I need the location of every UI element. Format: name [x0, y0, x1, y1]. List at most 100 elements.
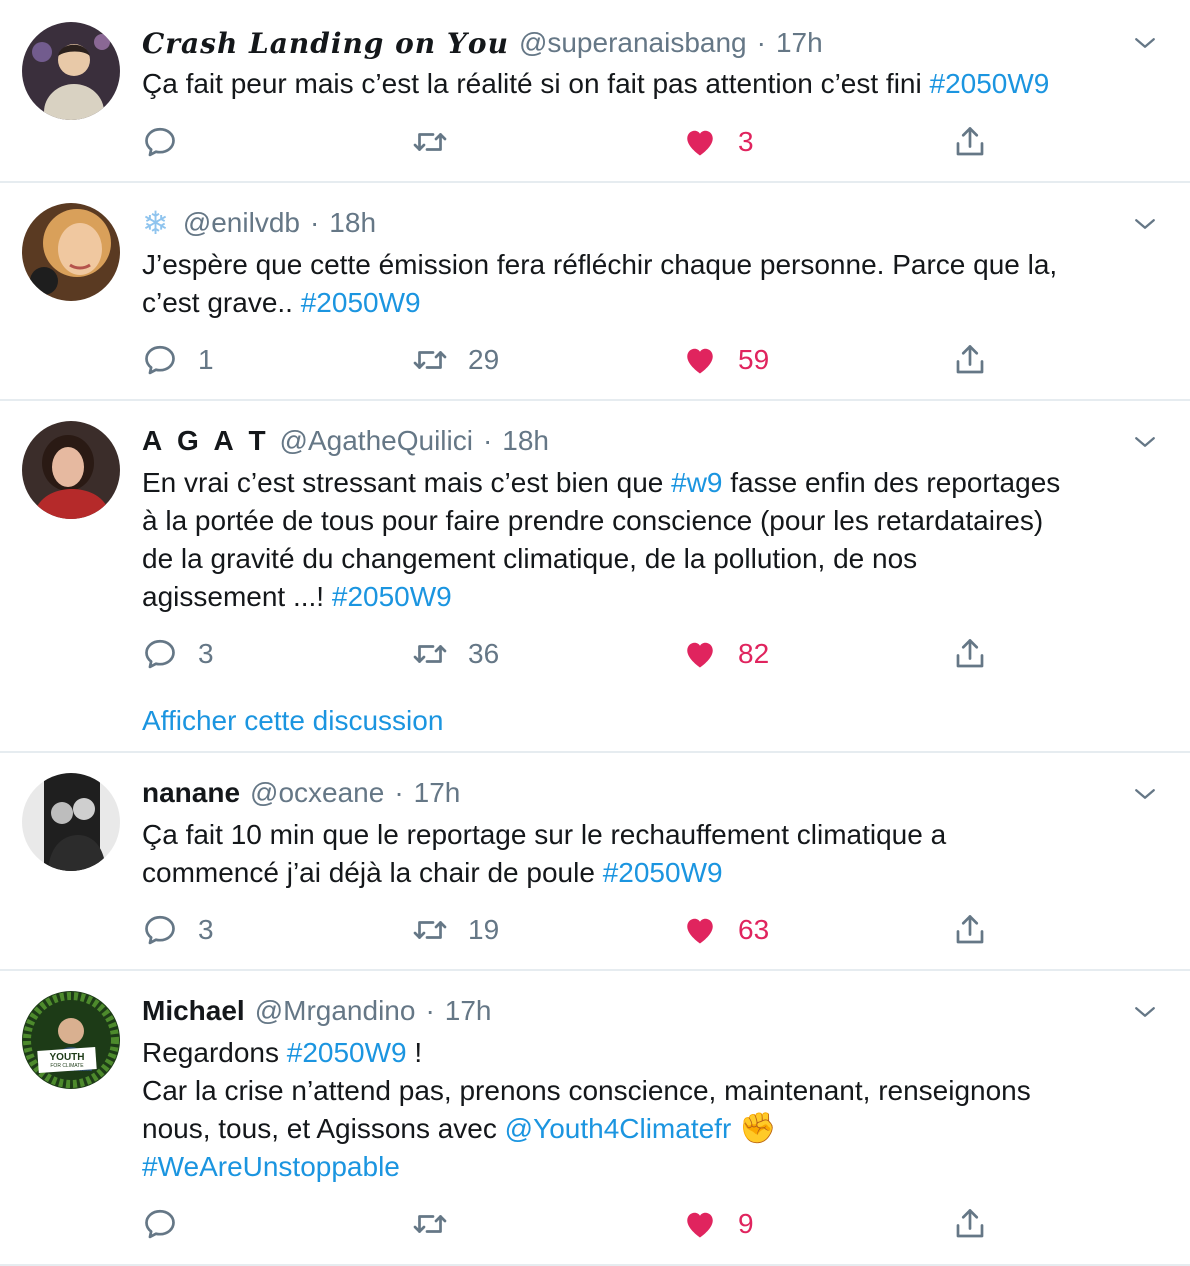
- share-button[interactable]: [952, 340, 1008, 380]
- chevron-down-icon[interactable]: [1130, 427, 1160, 457]
- display-name[interactable]: 𝑪𝒓𝒂𝒔𝒉 𝑳𝒂𝒏𝒅𝒊𝒏𝒈 𝒐𝒏 𝒀𝒐𝒖: [142, 27, 509, 60]
- like-count: 82: [738, 638, 770, 669]
- tweet-text-line: nous, tous, et Agissons avec @Youth4Clim…: [142, 1110, 1172, 1148]
- tweet-header: Michael @Mrgandino · 17h: [142, 991, 491, 1031]
- retweet-button[interactable]: 29: [412, 340, 499, 380]
- display-name[interactable]: nanane: [142, 777, 240, 809]
- user-handle[interactable]: @superanaisbang: [519, 27, 747, 59]
- share-icon: [952, 636, 988, 672]
- action-bar: 3 36 82: [142, 634, 1022, 674]
- avatar-logo-subtext: FRANCE: [74, 1069, 91, 1074]
- separator-dot: ·: [309, 207, 320, 238]
- tweet-text-line: Ça fait 10 min que le reportage sur le r…: [142, 819, 947, 850]
- hashtag-link[interactable]: #2050W9: [930, 68, 1050, 99]
- avatar[interactable]: [22, 421, 120, 519]
- avatar-image: [22, 203, 120, 301]
- tweet[interactable]: 𝑪𝒓𝒂𝒔𝒉 𝑳𝒂𝒏𝒅𝒊𝒏𝒈 𝒐𝒏 𝒀𝒐𝒖 @superanaisbang · 1…: [0, 0, 1190, 183]
- retweet-button[interactable]: 19: [412, 910, 499, 950]
- tweet-text-line: Regardons #2050W9 !: [142, 1034, 1172, 1072]
- hashtag-link[interactable]: #2050W9: [301, 287, 421, 318]
- timestamp[interactable]: 17h: [445, 995, 492, 1027]
- chevron-down-icon[interactable]: [1130, 28, 1160, 58]
- avatar[interactable]: YOUTH FOR CLIMATE FRANCE: [22, 991, 120, 1089]
- action-bar: 9: [142, 1204, 1022, 1244]
- display-name[interactable]: Michael: [142, 995, 245, 1027]
- reply-icon: [142, 124, 178, 160]
- user-handle[interactable]: @enilvdb: [183, 207, 300, 239]
- share-button[interactable]: [952, 1204, 1008, 1244]
- tweet-text-line: à la portée de tous pour faire prendre c…: [142, 505, 1044, 536]
- tweet[interactable]: A G A T @AgatheQuilici · 18h En vrai c’e…: [0, 399, 1190, 753]
- avatar-image: YOUTH FOR CLIMATE FRANCE: [22, 991, 120, 1089]
- retweet-icon: [412, 342, 448, 378]
- reply-button[interactable]: [142, 1204, 198, 1244]
- share-button[interactable]: [952, 122, 1008, 162]
- reply-count: 3: [198, 638, 214, 669]
- hashtag-link[interactable]: #WeAreUnstoppable: [142, 1151, 400, 1182]
- tweet[interactable]: nanane @ocxeane · 17h Ça fait 10 min que…: [0, 751, 1190, 971]
- heart-icon: [682, 342, 718, 378]
- heart-icon: [682, 124, 718, 160]
- like-button[interactable]: 63: [682, 910, 769, 950]
- share-button[interactable]: [952, 634, 1008, 674]
- avatar[interactable]: [22, 22, 120, 120]
- user-handle[interactable]: @AgatheQuilici: [280, 425, 473, 457]
- hashtag-link[interactable]: #2050W9: [287, 1037, 407, 1068]
- tweet-text: Regardons #2050W9 ! Car la crise n’atten…: [142, 1034, 1172, 1186]
- avatar-image: [22, 773, 120, 871]
- tweet[interactable]: ❄ @enilvdb · 18h J’espère que cette émis…: [0, 181, 1190, 401]
- like-count: 59: [738, 344, 770, 375]
- reply-button[interactable]: 3: [142, 910, 214, 950]
- reply-icon: [142, 636, 178, 672]
- timestamp[interactable]: 17h: [776, 27, 823, 59]
- retweet-button[interactable]: [412, 1204, 468, 1244]
- like-button[interactable]: 59: [682, 340, 769, 380]
- hashtag-link[interactable]: #w9: [671, 467, 722, 498]
- share-icon: [952, 912, 988, 948]
- timestamp[interactable]: 18h: [329, 207, 376, 239]
- like-button[interactable]: 3: [682, 122, 754, 162]
- separator-dot: ·: [425, 995, 435, 1026]
- separator-dot: ·: [482, 425, 493, 456]
- tweet-text-segment: Regardons: [142, 1037, 287, 1068]
- hashtag-link[interactable]: #2050W9: [332, 581, 452, 612]
- retweet-button[interactable]: 36: [412, 634, 499, 674]
- mention-link[interactable]: @Youth4Climatefr: [505, 1113, 732, 1144]
- tweet-text-segment: nous, tous, et Agissons avec: [142, 1113, 505, 1144]
- tweet-text-segment: !: [406, 1037, 423, 1068]
- chevron-down-icon[interactable]: [1130, 997, 1160, 1027]
- like-button[interactable]: 9: [682, 1204, 754, 1244]
- tweet[interactable]: YOUTH FOR CLIMATE FRANCE Michael @Mrgand…: [0, 969, 1190, 1266]
- chevron-down-icon[interactable]: [1130, 779, 1160, 809]
- like-button[interactable]: 82: [682, 634, 769, 674]
- tweet-header: ❄ @enilvdb · 18h: [142, 203, 376, 243]
- tweet-text-segment: agissement ...!: [142, 581, 332, 612]
- tweet-header: A G A T @AgatheQuilici · 18h: [142, 421, 549, 461]
- share-button[interactable]: [952, 910, 1008, 950]
- show-thread-link[interactable]: Afficher cette discussion: [142, 705, 443, 737]
- user-handle[interactable]: @Mrgandino: [255, 995, 416, 1027]
- avatar[interactable]: [22, 773, 120, 871]
- reply-button[interactable]: 3: [142, 634, 214, 674]
- retweet-count: 36: [468, 638, 500, 669]
- tweet-text: J’espère que cette émission fera réfléch…: [142, 246, 1172, 322]
- heart-icon: [682, 1206, 718, 1242]
- reply-icon: [142, 342, 178, 378]
- reply-button[interactable]: [142, 122, 198, 162]
- display-name[interactable]: A G A T: [142, 425, 270, 457]
- reply-icon: [142, 1206, 178, 1242]
- tweet-text-line: Ça fait peur mais c’est la réalité si on…: [142, 68, 930, 99]
- hashtag-link[interactable]: #2050W9: [603, 857, 723, 888]
- user-handle[interactable]: @ocxeane: [250, 777, 384, 809]
- timestamp[interactable]: 17h: [414, 777, 461, 809]
- snowflake-icon: ❄: [142, 205, 169, 241]
- timestamp[interactable]: 18h: [502, 425, 549, 457]
- avatar[interactable]: [22, 203, 120, 301]
- tweet-text-line: J’espère que cette émission fera réfléch…: [142, 249, 1058, 280]
- reply-button[interactable]: 1: [142, 340, 214, 380]
- chevron-down-icon[interactable]: [1130, 209, 1160, 239]
- retweet-button[interactable]: [412, 122, 468, 162]
- action-bar: 3: [142, 122, 1022, 162]
- tweet-text-line: En vrai c’est stressant mais c’est bien …: [142, 464, 1172, 502]
- like-count: 63: [738, 914, 770, 945]
